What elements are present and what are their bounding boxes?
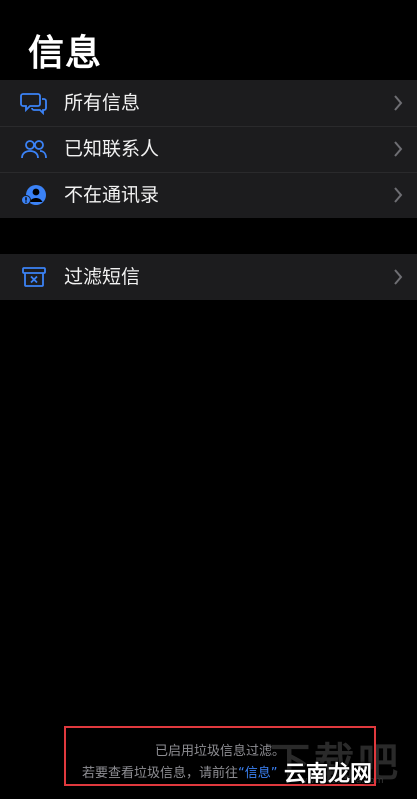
filtered-box-icon xyxy=(20,263,48,291)
chevron-right-icon xyxy=(394,141,403,157)
notice-line-2: 若要查看垃圾信息，请前往“信息” xyxy=(82,762,278,781)
filter-group: 过滤短信 xyxy=(0,254,417,300)
contacts-icon xyxy=(20,135,48,163)
watermark-logo: 云南龙网 xyxy=(284,762,373,787)
chevron-right-icon xyxy=(394,187,403,203)
row-label: 过滤短信 xyxy=(64,266,141,288)
row-label: 所有信息 xyxy=(64,92,141,114)
chat-bubbles-icon xyxy=(20,89,48,117)
notice-text: 若要查看垃圾信息，请前往 xyxy=(82,766,239,781)
row-known-contacts[interactable]: 已知联系人 xyxy=(0,126,417,172)
row-label: 不在通讯录 xyxy=(64,184,160,206)
row-unknown-senders[interactable]: 不在通讯录 xyxy=(0,172,417,218)
row-all-messages[interactable]: 所有信息 xyxy=(0,80,417,126)
row-filtered-messages[interactable]: 过滤短信 xyxy=(0,254,417,300)
messages-link[interactable]: “信息” xyxy=(238,766,277,781)
row-label: 已知联系人 xyxy=(64,138,160,160)
page-title: 信息 xyxy=(28,33,103,74)
mailbox-group: 所有信息 已知联系人 不在通讯录 xyxy=(0,80,417,218)
unknown-sender-icon xyxy=(20,181,48,209)
chevron-right-icon xyxy=(394,269,403,285)
chevron-right-icon xyxy=(394,95,403,111)
